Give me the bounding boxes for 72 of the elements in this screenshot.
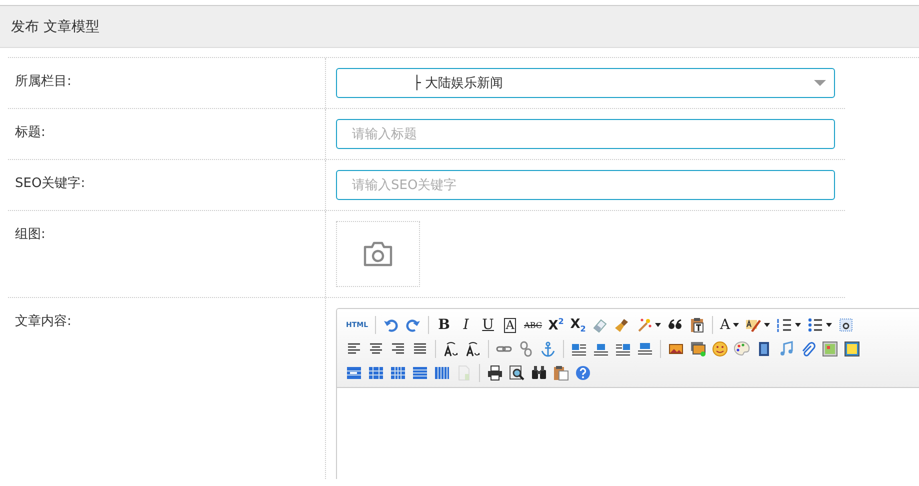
magic-wand-icon: [636, 317, 652, 333]
bold-button[interactable]: B: [434, 315, 454, 335]
category-select[interactable]: ├ 大陆娱乐新闻: [336, 68, 835, 98]
unlink-icon: [518, 341, 534, 357]
palette-icon: [734, 341, 750, 357]
table-icon: [368, 365, 384, 381]
table-icon: [390, 365, 406, 381]
map-button[interactable]: [820, 339, 840, 359]
printer-icon: [487, 365, 503, 381]
text-direction-icon: [443, 341, 459, 357]
eraser-icon: [592, 317, 608, 333]
magnifier-icon: [509, 365, 525, 381]
float-none-icon: [637, 341, 653, 357]
field-label: 文章内容:: [8, 298, 326, 479]
text-field[interactable]: 请输入标题: [336, 119, 835, 149]
border-button[interactable]: A: [500, 315, 520, 335]
float-center-icon: [593, 341, 609, 357]
select-value: ├ 大陆娱乐新闻: [413, 74, 503, 92]
dropdown-arrow-icon: [733, 323, 740, 327]
image-upload-area[interactable]: [336, 221, 420, 287]
map-icon: [822, 341, 838, 357]
numbered-list-icon: [776, 317, 792, 333]
text-direction-icon: [465, 341, 481, 357]
superscript-button[interactable]: X$^{2}$: [546, 315, 566, 335]
redo-icon: [405, 317, 422, 333]
dropdown-arrow-icon: [795, 323, 802, 327]
dropdown-arrow-icon: [826, 323, 832, 327]
table-icon: [434, 365, 450, 381]
binoculars-icon: [531, 365, 547, 381]
field-label: 组图:: [8, 211, 326, 297]
float-left-icon: [571, 341, 587, 357]
undo-icon: [383, 317, 400, 333]
camera-icon: [362, 241, 394, 267]
field-label: 标题:: [8, 109, 326, 159]
strikethrough-button[interactable]: ABC: [522, 315, 544, 335]
music-note-icon: [778, 341, 794, 357]
brush-icon: [614, 317, 630, 333]
paperclip-icon: [800, 341, 816, 357]
document-icon: [456, 365, 472, 381]
page-title: 发布 文章模型: [11, 18, 100, 36]
help-button[interactable]: [573, 363, 593, 383]
images-icon: [690, 341, 706, 357]
float-right-icon: [615, 341, 631, 357]
clipboard-icon: [553, 365, 569, 381]
map-icon: [844, 341, 860, 357]
text-field[interactable]: 请输入SEO关键字: [336, 170, 835, 200]
emoji-icon: [712, 341, 728, 357]
table-icon: [346, 365, 362, 381]
subscript-button[interactable]: X$_{2}$: [568, 315, 588, 335]
emoji-button[interactable]: [710, 339, 730, 359]
dropdown-arrow-icon: [655, 323, 661, 327]
anchor-icon: [540, 341, 556, 357]
images-button[interactable]: [688, 339, 708, 359]
printer-button[interactable]: [485, 363, 505, 383]
film-icon: [756, 341, 772, 357]
map-button[interactable]: [842, 339, 862, 359]
caret-icon: [814, 80, 826, 86]
clipboard-text-icon: [689, 317, 705, 333]
font-color-button[interactable]: A: [718, 315, 742, 335]
dropdown-arrow-icon: [764, 323, 770, 327]
help-icon: [575, 365, 591, 381]
dotted-frame-icon: [838, 317, 854, 333]
clipboard-button[interactable]: [551, 363, 571, 383]
bullet-list-icon: [807, 317, 824, 333]
magnifier-button[interactable]: [507, 363, 527, 383]
table-icon: [412, 365, 428, 381]
field-label: SEO关键字:: [8, 160, 326, 210]
field-label: 所属栏目:: [8, 58, 326, 108]
underline-button[interactable]: U: [478, 315, 498, 335]
highlighter-icon: [745, 317, 762, 333]
image-icon: [668, 341, 684, 357]
italic-button[interactable]: I: [456, 315, 476, 335]
